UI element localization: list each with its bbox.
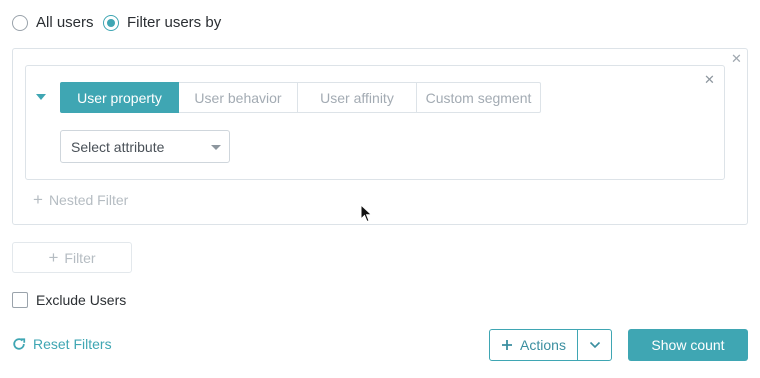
- exclude-users-box[interactable]: [12, 292, 28, 308]
- radio-all-users-circle[interactable]: [12, 14, 28, 31]
- tab-user-property[interactable]: User property: [60, 82, 179, 113]
- filter-type-tabs: User property User behavior User affinit…: [60, 82, 541, 113]
- tab-custom-segment[interactable]: Custom segment: [417, 82, 541, 113]
- plus-icon: +: [33, 190, 43, 209]
- radio-filter-users-by-label: Filter users by: [127, 14, 222, 31]
- radio-filter-users-by[interactable]: Filter users by: [103, 14, 221, 31]
- plus-icon: [502, 340, 513, 350]
- reset-filters-label: Reset Filters: [33, 336, 112, 352]
- plus-icon: +: [48, 247, 59, 267]
- radio-all-users-label: All users: [36, 14, 94, 31]
- mouse-cursor-icon: [360, 204, 373, 223]
- actions-button[interactable]: Actions: [490, 330, 578, 360]
- chevron-down-icon: [589, 341, 600, 349]
- add-filter-label: Filter: [64, 249, 96, 266]
- chevron-down-icon: [211, 145, 221, 150]
- tab-user-behavior[interactable]: User behavior: [179, 82, 298, 113]
- tab-user-affinity[interactable]: User affinity: [298, 82, 417, 113]
- actions-split-button: Actions: [489, 329, 612, 361]
- caret-down-icon[interactable]: [36, 94, 46, 100]
- refresh-icon: [13, 338, 26, 350]
- reset-filters-link[interactable]: Reset Filters: [12, 336, 112, 352]
- actions-label: Actions: [520, 337, 566, 353]
- close-icon[interactable]: ✕: [704, 73, 715, 86]
- add-filter-button[interactable]: + Filter: [12, 242, 132, 273]
- actions-dropdown-toggle[interactable]: [578, 330, 611, 360]
- attribute-select[interactable]: Select attribute: [60, 130, 230, 163]
- attribute-select-value: Select attribute: [71, 138, 165, 155]
- radio-filter-users-by-circle[interactable]: [103, 14, 119, 31]
- nested-filter-label: Nested Filter: [48, 192, 129, 208]
- exclude-users-label: Exclude Users: [36, 292, 127, 308]
- show-count-button[interactable]: Show count: [628, 329, 748, 361]
- close-icon[interactable]: ✕: [731, 52, 742, 65]
- exclude-users-checkbox[interactable]: Exclude Users: [12, 292, 126, 308]
- radio-all-users[interactable]: All users: [12, 14, 94, 31]
- nested-filter-button[interactable]: + Nested Filter: [33, 190, 129, 209]
